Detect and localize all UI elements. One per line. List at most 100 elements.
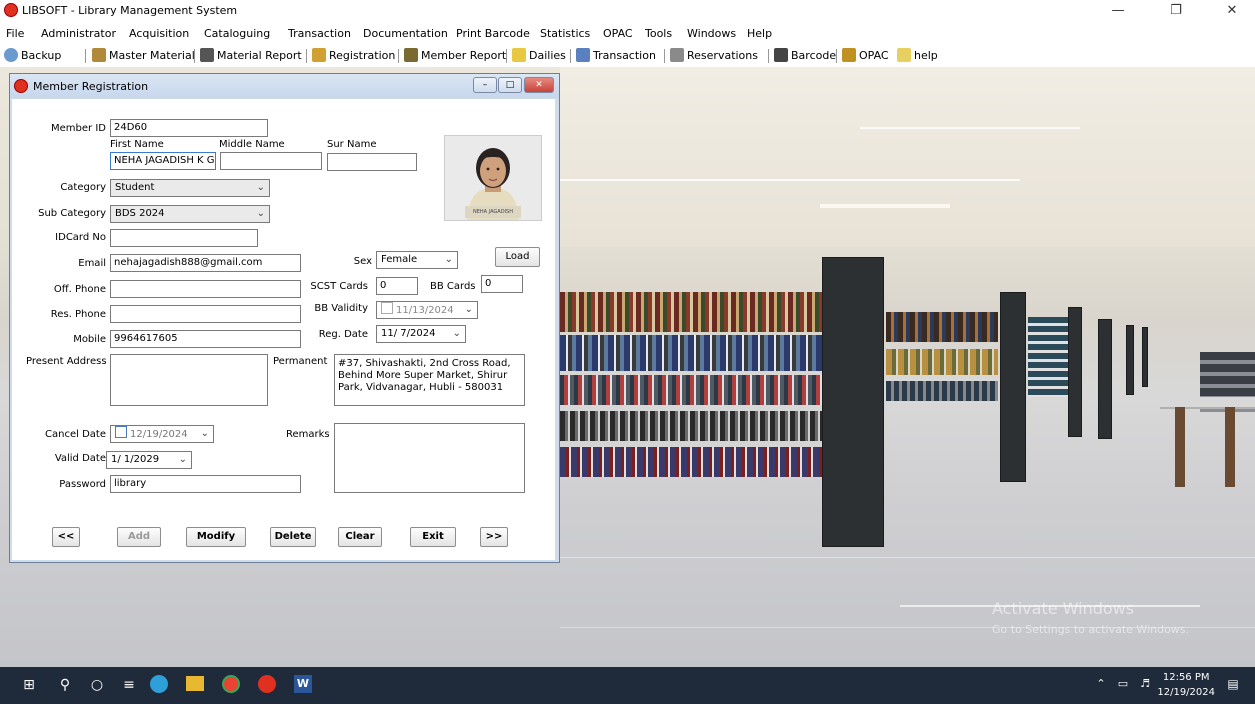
- windows-start-icon[interactable]: ⊞: [18, 677, 40, 693]
- cancel-date-picker[interactable]: 12/19/2024 ⌄: [110, 425, 214, 443]
- member-id-input[interactable]: 24D60: [110, 119, 268, 137]
- reg-date-picker[interactable]: 11/ 7/2024 ⌄: [376, 325, 466, 343]
- toolbar-transaction[interactable]: Transaction: [576, 48, 656, 62]
- toolbar-barcode[interactable]: Barcode: [774, 48, 836, 62]
- add-button[interactable]: Add: [117, 527, 161, 547]
- opac-icon: [842, 48, 856, 62]
- delete-button[interactable]: Delete: [270, 527, 316, 547]
- menu-windows[interactable]: Windows: [687, 27, 736, 40]
- bb-cards-input[interactable]: 0: [481, 275, 523, 293]
- permanent-address-label: Permanent: [273, 356, 328, 367]
- idcard-input[interactable]: [110, 229, 258, 247]
- menu-transaction[interactable]: Transaction: [288, 27, 351, 40]
- res-phone-label: Res. Phone: [50, 309, 106, 320]
- bb-validity-label: BB Validity: [314, 303, 368, 314]
- chrome-icon[interactable]: [222, 675, 240, 693]
- password-label: Password: [59, 479, 106, 490]
- chevron-down-icon: ⌄: [178, 454, 187, 465]
- taskbar-clock[interactable]: 12:56 PM 12/19/2024: [1157, 670, 1215, 700]
- scst-cards-input[interactable]: 0: [376, 277, 418, 295]
- backup-icon: [4, 48, 18, 62]
- notifications-icon[interactable]: ▤: [1222, 677, 1244, 691]
- password-input[interactable]: library: [110, 475, 301, 493]
- menu-opac[interactable]: OPAC: [603, 27, 633, 40]
- previous-record-button[interactable]: <<: [52, 527, 80, 547]
- menu-file[interactable]: File: [6, 27, 24, 40]
- activate-windows-title: Activate Windows: [992, 599, 1135, 618]
- mobile-input[interactable]: 9964617605: [110, 330, 301, 348]
- member-photo: NEHA JAGADISH: [444, 135, 542, 221]
- bb-validity-picker[interactable]: 11/13/2024 ⌄: [376, 301, 478, 319]
- toolbar-material-report[interactable]: Material Report: [200, 48, 302, 62]
- email-label: Email: [78, 258, 106, 269]
- email-input[interactable]: nehajagadish888@gmail.com: [110, 254, 301, 272]
- show-hidden-icons-icon[interactable]: ⌃: [1090, 677, 1112, 690]
- scst-cards-label: SCST Cards: [310, 281, 368, 292]
- minimize-icon[interactable]: —: [1098, 0, 1138, 22]
- libsoft-logo-icon: [4, 3, 18, 17]
- menu-documentation[interactable]: Documentation: [363, 27, 448, 40]
- toolbar-master-material[interactable]: Master Material: [92, 48, 195, 62]
- res-phone-input[interactable]: [110, 305, 301, 323]
- middle-name-input[interactable]: [220, 152, 322, 170]
- first-name-label: First Name: [110, 139, 164, 150]
- dailies-icon: [512, 48, 526, 62]
- restore-icon[interactable]: ❐: [1156, 0, 1196, 22]
- next-record-button[interactable]: >>: [480, 527, 508, 547]
- edge-browser-icon[interactable]: [150, 675, 168, 693]
- menu-cataloguing[interactable]: Cataloguing: [204, 27, 270, 40]
- off-phone-input[interactable]: [110, 280, 301, 298]
- sex-select[interactable]: Female ⌄: [376, 251, 458, 269]
- file-explorer-icon[interactable]: [186, 676, 204, 691]
- remarks-input[interactable]: [334, 423, 525, 493]
- books-icon: [92, 48, 106, 62]
- network-icon[interactable]: ▭: [1112, 677, 1134, 690]
- members-icon: [404, 48, 418, 62]
- modify-button[interactable]: Modify: [186, 527, 246, 547]
- first-name-input[interactable]: NEHA JAGADISH K G: [110, 152, 216, 170]
- menu-tools[interactable]: Tools: [645, 27, 672, 40]
- exit-button[interactable]: Exit: [410, 527, 456, 547]
- toolbar-help[interactable]: help: [897, 48, 938, 62]
- category-select[interactable]: Student ⌄: [110, 179, 270, 197]
- task-view-icon[interactable]: ≡: [118, 677, 140, 693]
- idcard-label: IDCard No: [55, 232, 106, 243]
- category-label: Category: [60, 182, 106, 193]
- chevron-down-icon: ⌄: [200, 428, 209, 439]
- checkbox-icon[interactable]: [115, 426, 127, 438]
- word-icon[interactable]: W: [294, 675, 312, 693]
- app-title-bar: LIBSOFT - Library Management System — ❐ …: [0, 0, 1255, 22]
- valid-date-picker[interactable]: 1/ 1/2029 ⌄: [106, 451, 192, 469]
- window-minimize-icon[interactable]: –: [473, 77, 497, 93]
- close-icon[interactable]: ✕: [1212, 0, 1252, 22]
- load-photo-button[interactable]: Load: [495, 247, 540, 267]
- toolbar-dailies[interactable]: Dailies: [512, 48, 566, 62]
- window-close-icon[interactable]: ✕: [524, 77, 554, 93]
- menu-acquisition[interactable]: Acquisition: [129, 27, 189, 40]
- libsoft-taskbar-icon[interactable]: [258, 675, 276, 693]
- search-icon[interactable]: ⚲: [54, 677, 76, 693]
- clear-button[interactable]: Clear: [338, 527, 382, 547]
- toolbar-opac[interactable]: OPAC: [842, 48, 889, 62]
- transaction-icon: [576, 48, 590, 62]
- window-title-bar[interactable]: Member Registration – □ ✕: [10, 74, 559, 98]
- toolbar-member-report[interactable]: Member Report: [404, 48, 506, 62]
- volume-muted-icon[interactable]: ♬: [1134, 677, 1156, 690]
- cortana-icon[interactable]: ○: [86, 677, 108, 693]
- present-address-input[interactable]: [110, 354, 268, 406]
- sur-name-input[interactable]: [327, 153, 417, 171]
- sub-category-select[interactable]: BDS 2024 ⌄: [110, 205, 270, 223]
- toolbar-registration[interactable]: Registration: [312, 48, 395, 62]
- menu-administrator[interactable]: Administrator: [41, 27, 116, 40]
- menu-help[interactable]: Help: [747, 27, 772, 40]
- toolbar-reservations[interactable]: Reservations: [670, 48, 758, 62]
- app-title: LIBSOFT - Library Management System: [22, 4, 238, 17]
- menu-statistics[interactable]: Statistics: [540, 27, 590, 40]
- permanent-address-input[interactable]: #37, Shivashakti, 2nd Cross Road, Behind…: [334, 354, 525, 406]
- chevron-down-icon: ⌄: [464, 304, 473, 315]
- mobile-label: Mobile: [73, 334, 106, 345]
- toolbar-backup[interactable]: Backup: [4, 48, 61, 62]
- checkbox-icon[interactable]: [381, 302, 393, 314]
- menu-print-barcode[interactable]: Print Barcode: [456, 27, 530, 40]
- window-maximize-icon[interactable]: □: [498, 77, 522, 93]
